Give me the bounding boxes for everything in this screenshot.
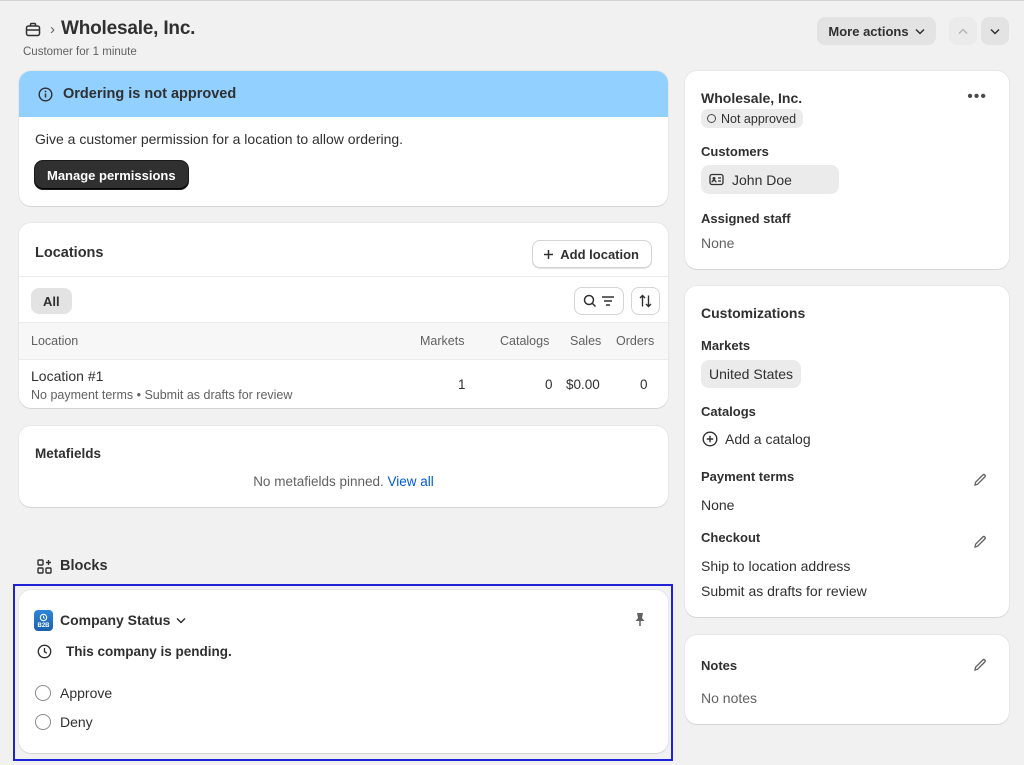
location-details: No payment terms • Submit as drafts for …: [31, 388, 293, 402]
search-icon: [583, 294, 597, 308]
company-icon[interactable]: [24, 20, 42, 38]
next-button[interactable]: [981, 17, 1009, 45]
chevron-up-icon: [958, 27, 968, 34]
pin-icon[interactable]: [634, 612, 646, 630]
banner-description: Give a customer permission for a locatio…: [35, 131, 404, 147]
locations-filter-bar: All: [19, 276, 668, 322]
status-circle-icon: [707, 114, 716, 123]
location-name[interactable]: Location #1: [31, 368, 103, 384]
markets-label: Markets: [701, 338, 751, 353]
locations-title: Locations: [35, 245, 104, 261]
chevron-down-icon: [915, 28, 925, 35]
previous-button[interactable]: [949, 17, 977, 45]
checkout-label: Checkout: [701, 530, 761, 545]
column-header: Catalogs: [500, 334, 550, 348]
chevron-down-icon: [990, 28, 1000, 35]
payment-terms-label: Payment terms: [701, 469, 795, 484]
search-filter-button[interactable]: [574, 287, 624, 315]
contact-card-icon: [709, 173, 724, 186]
metafields-empty-state: No metafields pinned. View all: [19, 474, 668, 489]
metafields-card: Metafields No metafields pinned. View al…: [19, 426, 668, 507]
chevron-down-icon: [176, 617, 186, 624]
top-divider: [0, 0, 1024, 1]
pending-status: This company is pending.: [37, 644, 232, 659]
checkout-shipping: Ship to location address: [701, 558, 851, 574]
assigned-staff-value: None: [701, 235, 735, 251]
approve-option[interactable]: Approve: [35, 685, 112, 701]
breadcrumb: › Wholesale, Inc.: [24, 18, 195, 40]
ordering-banner: Ordering is not approved Give a customer…: [19, 71, 668, 206]
page-title: Wholesale, Inc.: [61, 18, 196, 39]
locations-table-header: Location Markets Catalogs Sales Orders: [19, 322, 668, 360]
approve-radio[interactable]: [35, 685, 51, 701]
clock-icon: [37, 644, 52, 659]
table-row[interactable]: Location #1 No payment terms • Submit as…: [19, 360, 668, 408]
status-badge-label: Not approved: [721, 111, 797, 126]
sort-button[interactable]: [631, 287, 660, 315]
column-header: Location: [31, 334, 79, 348]
info-icon: [38, 86, 53, 102]
column-header: Sales: [570, 334, 602, 348]
deny-label[interactable]: Deny: [60, 714, 93, 730]
column-header: Markets: [420, 334, 465, 348]
customer-chip[interactable]: John Doe: [701, 165, 839, 194]
banner-title: Ordering is not approved: [63, 86, 237, 102]
notes-value: No notes: [701, 690, 758, 706]
view-all-link[interactable]: View all: [388, 474, 434, 489]
app-badge-text: B2B: [37, 623, 50, 629]
checkout-drafts: Submit as drafts for review: [701, 583, 867, 599]
blocks-heading-label: Blocks: [60, 558, 108, 574]
metafields-title: Metafields: [35, 446, 102, 461]
add-catalog-button[interactable]: Add a catalog: [702, 431, 811, 447]
banner-header: Ordering is not approved: [19, 71, 668, 117]
metafields-empty-text: No metafields pinned.: [253, 474, 384, 489]
edit-checkout-icon[interactable]: [973, 535, 987, 552]
b2b-app-icon: B2B: [34, 610, 53, 631]
company-card: Wholesale, Inc. Not approved ••• Custome…: [685, 71, 1009, 269]
customizations-title: Customizations: [701, 305, 806, 321]
plus-circle-icon: [702, 431, 718, 447]
manage-permissions-button[interactable]: Manage permissions: [35, 161, 188, 189]
notes-title: Notes: [701, 658, 738, 673]
deny-option[interactable]: Deny: [35, 714, 93, 730]
blocks-icon: [37, 558, 52, 574]
customer-name: John Doe: [732, 171, 792, 188]
add-location-label: Add location: [560, 246, 639, 262]
customers-label: Customers: [701, 144, 769, 159]
company-status-dropdown[interactable]: Company Status: [60, 612, 186, 628]
more-actions-button[interactable]: More actions: [817, 17, 936, 45]
deny-radio[interactable]: [35, 714, 51, 730]
locations-card: Locations Add location All Location Mark…: [19, 223, 668, 408]
status-badge: Not approved: [701, 109, 804, 128]
filter-icon: [602, 296, 614, 306]
more-actions-label: More actions: [828, 23, 909, 39]
location-catalogs: 0: [545, 377, 553, 392]
pending-status-text: This company is pending.: [66, 644, 232, 659]
chevron-right-icon: ›: [50, 20, 55, 38]
more-options-icon[interactable]: •••: [967, 89, 987, 105]
add-location-button[interactable]: Add location: [532, 240, 652, 268]
filter-tab-all[interactable]: All: [31, 288, 72, 314]
location-sales: $0.00: [566, 377, 600, 392]
add-catalog-label: Add a catalog: [725, 431, 811, 447]
edit-notes-icon[interactable]: [973, 658, 987, 675]
assigned-staff-label: Assigned staff: [701, 211, 791, 226]
block-title: Company Status: [60, 612, 171, 628]
page-subtitle: Customer for 1 minute: [23, 46, 137, 58]
catalogs-label: Catalogs: [701, 404, 756, 419]
edit-payment-terms-icon[interactable]: [973, 473, 987, 490]
payment-terms-value: None: [701, 497, 735, 513]
company-status-block: B2B Company Status This company is pendi…: [19, 590, 668, 753]
approve-label[interactable]: Approve: [60, 685, 112, 701]
market-chip[interactable]: United States: [701, 360, 802, 388]
location-markets: 1: [458, 377, 466, 392]
column-header: Orders: [616, 334, 655, 348]
notes-card: Notes No notes: [685, 635, 1009, 724]
sort-icon: [639, 294, 652, 308]
customizations-card: Customizations Markets United States Cat…: [685, 286, 1009, 617]
company-name[interactable]: Wholesale, Inc.: [701, 90, 802, 106]
location-orders: 0: [640, 377, 648, 392]
blocks-heading: Blocks: [37, 558, 108, 574]
plus-icon: [544, 249, 554, 259]
